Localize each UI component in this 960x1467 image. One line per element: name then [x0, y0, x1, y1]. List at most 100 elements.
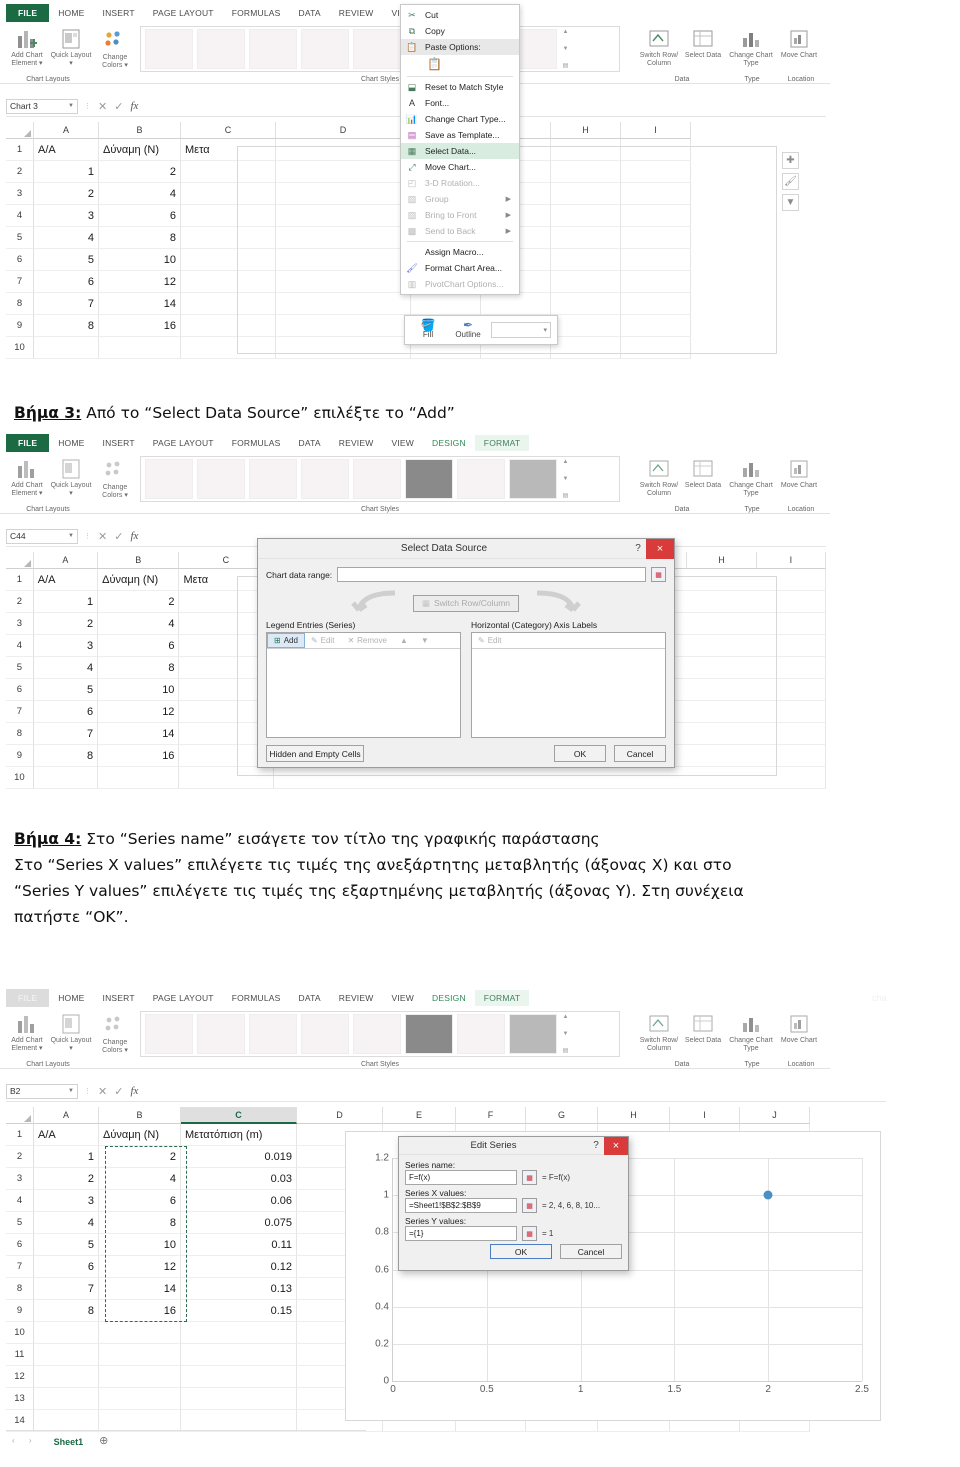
ribbon-tab-insert[interactable]: INSERT	[94, 990, 144, 1006]
ribbon-tab-insert[interactable]: INSERT	[94, 5, 144, 21]
brush-icon[interactable]: 🖌	[782, 173, 799, 190]
cell-a9[interactable]: 8	[34, 1300, 99, 1322]
cell-c8[interactable]: 0.13	[181, 1278, 297, 1300]
column-header-e[interactable]: E	[383, 1107, 456, 1124]
row-header[interactable]: 5	[6, 657, 34, 679]
row-header[interactable]: 8	[6, 723, 34, 745]
add-series-button[interactable]: ⊞ Add	[267, 633, 305, 648]
plus-icon[interactable]: ✚	[782, 152, 799, 169]
range-picker-icon[interactable]: ▦	[522, 1198, 537, 1213]
row-header[interactable]: 9	[6, 315, 34, 337]
ribbon-tab-page-layout[interactable]: PAGE LAYOUT	[144, 435, 223, 451]
chevron-up-icon[interactable]: ▲	[563, 29, 569, 35]
cell-b14[interactable]	[99, 1410, 181, 1432]
ok-button[interactable]: OK	[554, 745, 606, 762]
cell-a4[interactable]: 3	[34, 1190, 99, 1212]
cell-a5[interactable]: 4	[34, 227, 99, 249]
column-header-i[interactable]: I	[621, 122, 691, 139]
chart-style-swatch[interactable]	[457, 459, 505, 499]
row-header[interactable]: 10	[6, 1322, 34, 1344]
ribbon-tab-formulas[interactable]: FORMULAS	[223, 990, 290, 1006]
ribbon-tab-design[interactable]: DESIGN	[423, 990, 475, 1006]
chart-style-swatch[interactable]	[509, 1014, 557, 1054]
sheet-nav-arrows[interactable]: ‹ ›	[12, 1436, 38, 1445]
edit-series-dialog[interactable]: Edit Series ? × Series name: F=f(x) ▦ = …	[398, 1136, 629, 1271]
column-header-j[interactable]: J	[740, 1107, 810, 1124]
select-data-button[interactable]: Select Data	[680, 456, 726, 490]
row-header[interactable]: 11	[6, 1344, 34, 1366]
insert-function-icon[interactable]: fx	[130, 1085, 138, 1097]
row-header[interactable]: 1	[6, 1124, 34, 1146]
quick-layout-button[interactable]: Quick Layout ▾	[48, 456, 94, 498]
cell-b7[interactable]: 12	[99, 271, 181, 293]
ribbon-tab-page-layout[interactable]: PAGE LAYOUT	[144, 990, 223, 1006]
chart-style-swatch[interactable]	[457, 1014, 505, 1054]
chevron-down-icon[interactable]: ▼	[563, 1031, 569, 1037]
cell-a10[interactable]	[34, 1322, 99, 1344]
mini-format-toolbar[interactable]: 🪣 Fill ✒ Outline ▾	[404, 315, 558, 345]
cell-b2[interactable]: 2	[99, 1146, 181, 1168]
data-point[interactable]	[763, 1190, 773, 1200]
range-picker-icon[interactable]: ▦	[522, 1170, 537, 1185]
row-header[interactable]: 2	[6, 1146, 34, 1168]
chart-style-swatch[interactable]	[249, 29, 297, 69]
column-header-b[interactable]: B	[99, 122, 181, 139]
close-icon[interactable]: ×	[646, 538, 674, 559]
move-chart-button[interactable]: Move Chart	[776, 26, 822, 60]
add-chart-element-button[interactable]: Add Chart Element ▾	[4, 456, 50, 498]
help-icon[interactable]: ?	[630, 543, 646, 554]
change-chart-type-button[interactable]: Change Chart Type	[728, 456, 774, 498]
context-menu-item-format-chart-area[interactable]: 🖌 Format Chart Area...	[401, 260, 519, 276]
column-header-h[interactable]: H	[551, 122, 621, 139]
context-menu-item-assign-macro[interactable]: Assign Macro...	[401, 244, 519, 260]
column-header-i[interactable]: I	[670, 1107, 740, 1124]
add-sheet-icon[interactable]: ⊕	[99, 1434, 108, 1447]
name-box[interactable]: Chart 3 ▼	[6, 98, 78, 114]
enter-icon[interactable]: ✓	[114, 1085, 123, 1098]
cell-a11[interactable]	[34, 1344, 99, 1366]
chart-style-swatch[interactable]	[197, 29, 245, 69]
chart-style-swatch-selected[interactable]	[405, 459, 453, 499]
chevron-down-icon[interactable]: ▼	[563, 476, 569, 482]
paste-keep-formatting-icon[interactable]: 📋	[427, 57, 442, 71]
cell-c3[interactable]: 0.03	[181, 1168, 297, 1190]
chevron-down-icon[interactable]: ▼	[563, 46, 569, 52]
cancel-button[interactable]: Cancel	[614, 745, 666, 762]
column-header-g[interactable]: G	[526, 1107, 598, 1124]
context-menu-item-font[interactable]: A Font...	[401, 95, 519, 111]
change-colors-button[interactable]: Change Colors ▾	[92, 28, 138, 70]
row-header[interactable]: 6	[6, 679, 34, 701]
cell-c11[interactable]	[181, 1344, 297, 1366]
close-icon[interactable]: ×	[604, 1136, 628, 1155]
cell-a10[interactable]	[33, 767, 99, 789]
cell-b12[interactable]	[99, 1366, 181, 1388]
chart-context-menu[interactable]: ✂ Cut ⧉ Copy 📋 Paste Options: 📋 ⬓ Reset …	[400, 4, 520, 295]
outline-button[interactable]: ✒ Outline	[451, 319, 485, 340]
column-header-d[interactable]: D	[276, 122, 411, 139]
row-header[interactable]: 8	[6, 1278, 34, 1300]
chart-style-swatch[interactable]	[197, 459, 245, 499]
chevron-down-icon[interactable]: ▼	[68, 533, 74, 539]
gallery-expand-icon[interactable]: ▤	[563, 492, 569, 499]
change-chart-type-button[interactable]: Change Chart Type	[728, 1011, 774, 1053]
chevron-down-icon[interactable]: ▼	[68, 103, 74, 109]
row-header[interactable]: 13	[6, 1388, 34, 1410]
chart-style-swatch[interactable]	[145, 459, 193, 499]
cell-a8[interactable]: 7	[34, 1278, 99, 1300]
cell-a1[interactable]: A/A	[34, 1124, 99, 1146]
ribbon-tab-formulas[interactable]: FORMULAS	[223, 435, 290, 451]
row-header[interactable]: 7	[6, 701, 34, 723]
row-header[interactable]: 2	[6, 161, 34, 183]
enter-icon[interactable]: ✓	[114, 100, 123, 113]
cell-c13[interactable]	[181, 1388, 297, 1410]
chevron-up-icon[interactable]: ▲	[563, 1014, 569, 1020]
cell-a10[interactable]	[34, 337, 99, 359]
cell-a5[interactable]: 4	[33, 657, 99, 679]
select-all-corner[interactable]	[6, 1107, 34, 1124]
ok-button[interactable]: OK	[490, 1244, 552, 1259]
row-header[interactable]: 6	[6, 249, 34, 271]
chevron-down-icon[interactable]: ▼	[68, 1088, 74, 1094]
cancel-icon[interactable]: ✕	[98, 1085, 107, 1098]
row-header[interactable]: 7	[6, 1256, 34, 1278]
fill-button[interactable]: 🪣 Fill	[411, 319, 445, 340]
